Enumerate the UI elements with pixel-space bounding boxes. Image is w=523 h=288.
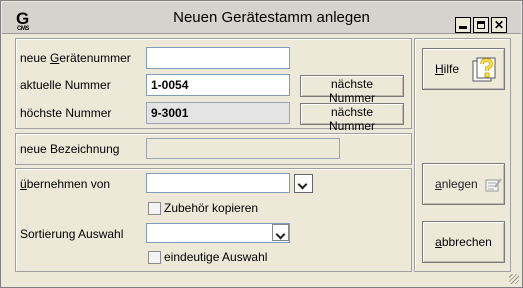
action-panel: Hilfe anlegen abbrechen — [414, 38, 511, 272]
hilfe-button[interactable]: Hilfe — [422, 48, 505, 90]
abbrechen-button[interactable]: abbrechen — [422, 221, 505, 263]
new-document-icon — [485, 178, 502, 192]
close-icon: ✕ — [493, 18, 505, 32]
aktuelle-nummer-input[interactable] — [146, 74, 290, 96]
hoechste-naechste-nummer-button[interactable]: nächste Nummer — [300, 103, 404, 133]
close-button[interactable]: ✕ — [491, 17, 507, 33]
dialog-window: G CMS Neuen Gerätestamm anlegen ✕ neue G… — [0, 0, 523, 288]
aktuelle-nummer-label: aktuelle Nummer — [20, 78, 111, 92]
sortierung-auswahl-select[interactable] — [146, 223, 290, 243]
uebernehmen-von-combo[interactable] — [146, 173, 290, 193]
aktuelle-naechste-nummer-button[interactable]: nächste Nummer — [300, 75, 404, 105]
maximize-button[interactable] — [473, 17, 489, 33]
zubehoer-kopieren-label: Zubehör kopieren — [164, 201, 259, 215]
uebernehmen-von-label: übernehmen von — [20, 177, 111, 191]
sortierung-dropdown-button[interactable] — [272, 224, 289, 241]
eindeutige-auswahl-label: eindeutige Auswahl — [164, 250, 268, 264]
uebernehmen-panel: übernehmen von Zubehör kopieren Sortieru… — [15, 168, 412, 272]
uebernehmen-dropdown-button[interactable] — [294, 174, 313, 193]
title-bar: G CMS Neuen Gerätestamm anlegen ✕ — [2, 2, 521, 34]
neue-geraetenummer-label: neue Gerätenummer — [20, 51, 131, 65]
anlegen-button[interactable]: anlegen — [422, 163, 505, 205]
number-panel: neue Gerätenummer aktuelle Nummer nächst… — [15, 38, 412, 133]
bezeichnung-panel: neue Bezeichnung — [15, 133, 412, 165]
sortierung-auswahl-label: Sortierung Auswahl — [20, 227, 124, 241]
hoechste-nummer-input[interactable] — [146, 102, 290, 124]
eindeutige-auswahl-checkbox[interactable] — [148, 251, 161, 264]
neue-bezeichnung-input[interactable] — [146, 138, 340, 159]
neue-bezeichnung-label: neue Bezeichnung — [20, 142, 120, 156]
minimize-button[interactable] — [455, 17, 471, 33]
neue-geraetenummer-input[interactable] — [146, 47, 290, 69]
resize-grip-icon[interactable] — [509, 274, 519, 284]
zubehoer-kopieren-checkbox[interactable] — [148, 202, 161, 215]
hoechste-nummer-label: höchste Nummer — [20, 106, 112, 120]
help-question-icon — [472, 57, 496, 82]
